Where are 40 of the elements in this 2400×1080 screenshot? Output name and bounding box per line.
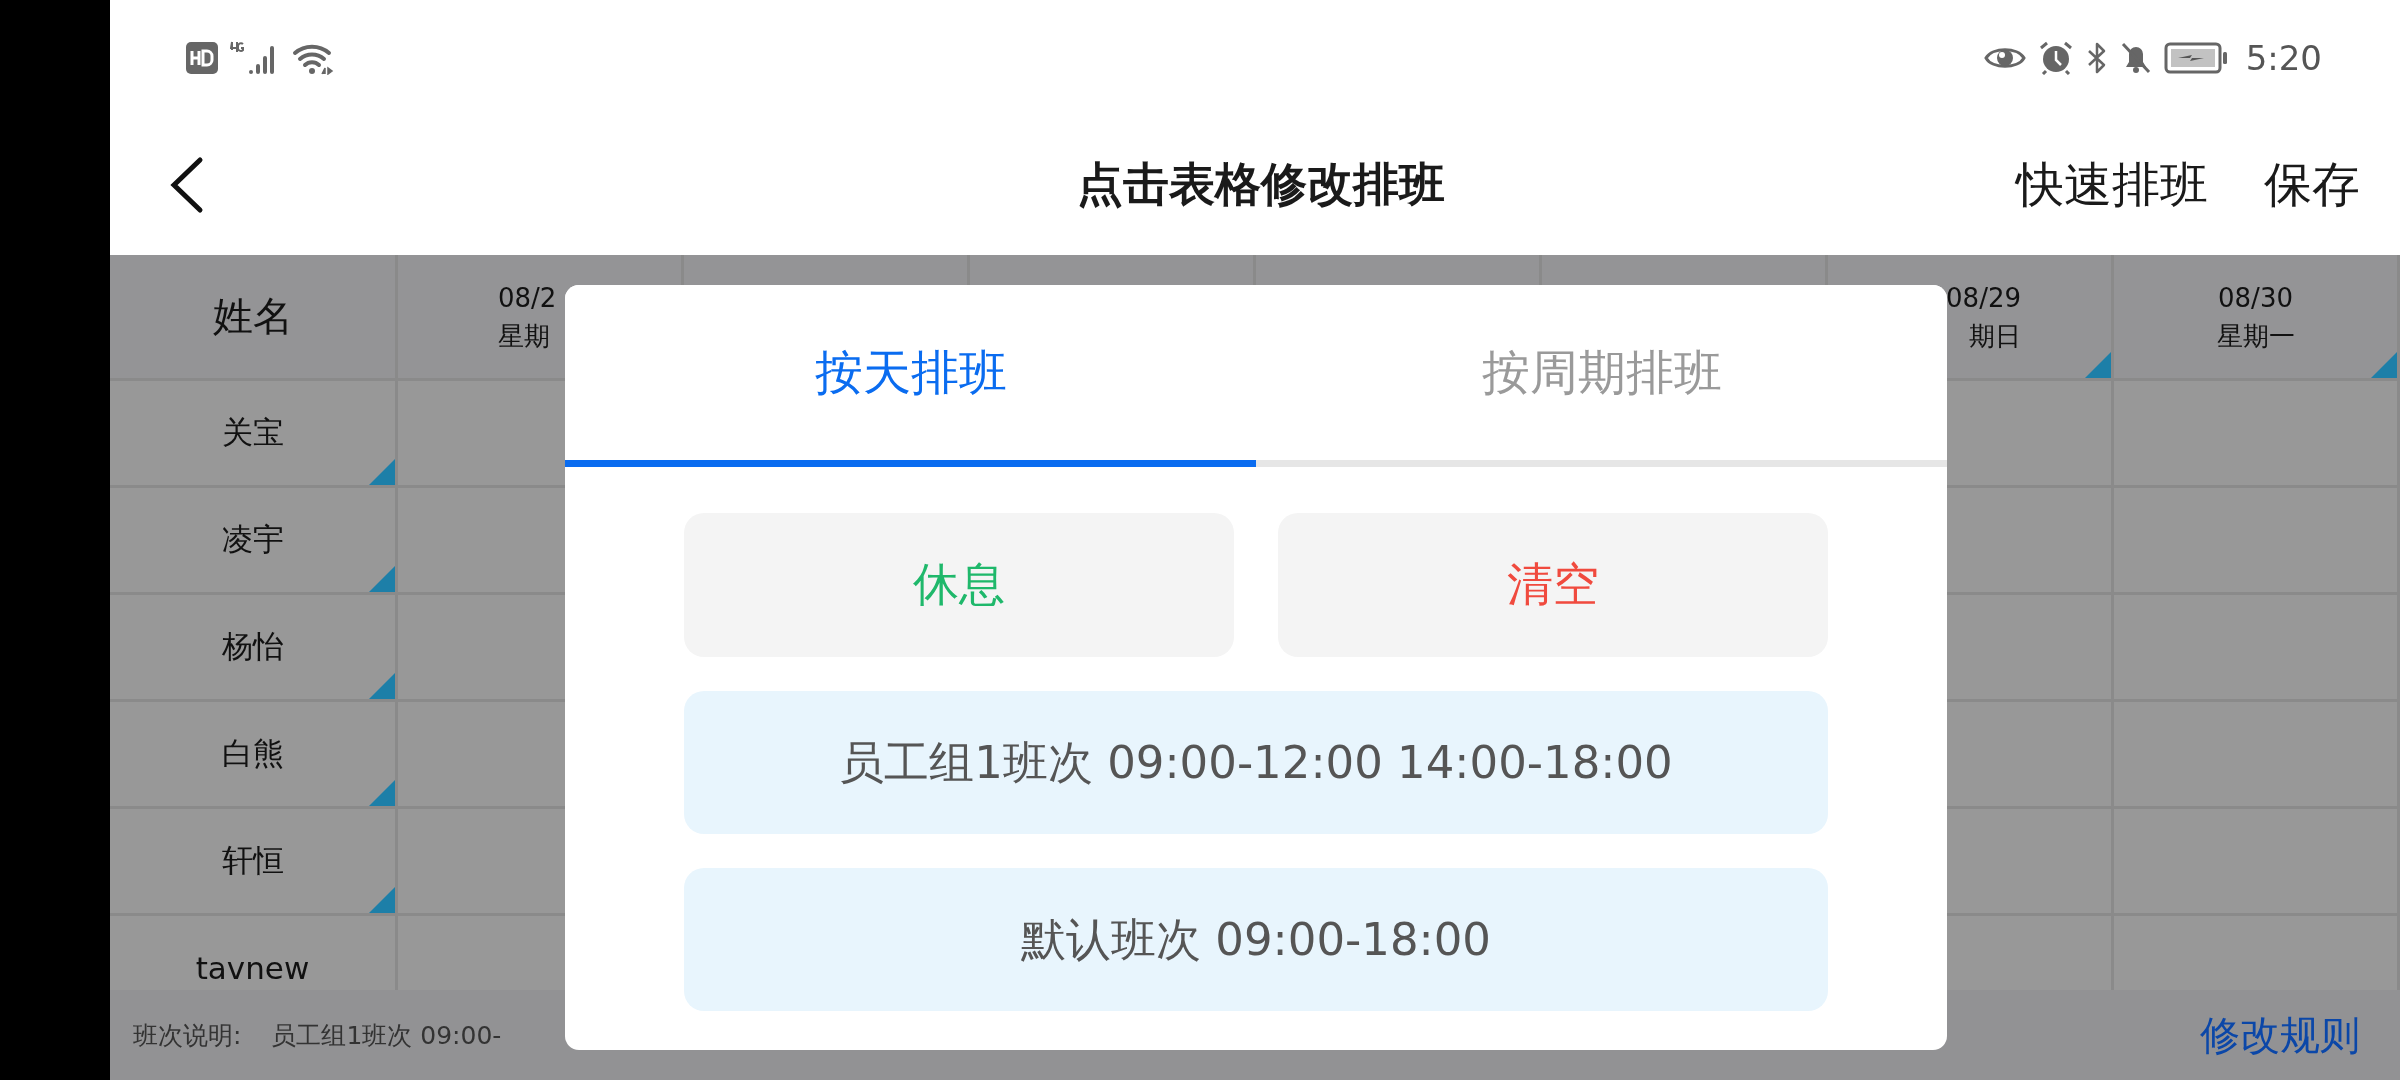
battery-icon [2163, 40, 2228, 75]
header-action-button[interactable]: 保存 [2264, 153, 2360, 217]
clock-time: 5:20 [2245, 37, 2322, 78]
employee-name: 白熊 [221, 734, 284, 773]
header-action-button[interactable]: 快速排班 [2016, 153, 2208, 217]
employee-name: 轩恒 [221, 841, 284, 880]
shift-option-button[interactable]: 默认班次 09:00-18:00 [684, 868, 1828, 1011]
corner-marker-icon [2085, 352, 2111, 378]
table-cell[interactable]: 白熊 [110, 702, 398, 809]
table-cell[interactable]: 关宝 [110, 381, 398, 488]
alarm-icon [2037, 40, 2074, 75]
date-label: 08/29 [1946, 281, 2021, 315]
employee-name: 关宝 [221, 413, 284, 452]
corner-marker-icon [369, 780, 395, 806]
employee-name: 凌宇 [221, 520, 284, 559]
table-header-cell[interactable]: 08/30 星期一 [2114, 255, 2400, 381]
date-label: 08/30 [2218, 281, 2293, 315]
weekday-label: 期日 [1969, 319, 2021, 353]
hd-icon [186, 41, 218, 74]
weekday-label: 星期一 [2216, 319, 2295, 353]
clear-button[interactable]: 清空 [1278, 513, 1828, 657]
date-label: 08/2 [498, 281, 557, 315]
table-cell[interactable]: 杨怡 [110, 595, 398, 702]
corner-marker-icon [369, 566, 395, 592]
column-header: 姓名 [212, 292, 293, 341]
shift-option-button[interactable]: 员工组1班次 09:00-12:00 14:00-18:00 [684, 691, 1828, 834]
corner-marker-icon [369, 673, 395, 699]
muted-bell-icon [2119, 40, 2152, 75]
table-cell[interactable]: 凌宇 [110, 488, 398, 595]
table-cell[interactable]: 轩恒 [110, 809, 398, 916]
legend-text: 员工组1班次 09:00- [271, 1019, 502, 1052]
employee-name: 杨怡 [221, 627, 284, 666]
legend-label: 班次说明: [133, 1019, 242, 1052]
dialog-tab[interactable]: 按天排班 [565, 285, 1256, 467]
corner-marker-icon [369, 887, 395, 913]
employee-name: tavnew [195, 950, 310, 986]
corner-marker-icon [2371, 352, 2397, 378]
corner-marker-icon [369, 459, 395, 485]
page-title: 点击表格修改排班 [1077, 156, 1445, 213]
weekday-label: 星期 [498, 319, 550, 353]
